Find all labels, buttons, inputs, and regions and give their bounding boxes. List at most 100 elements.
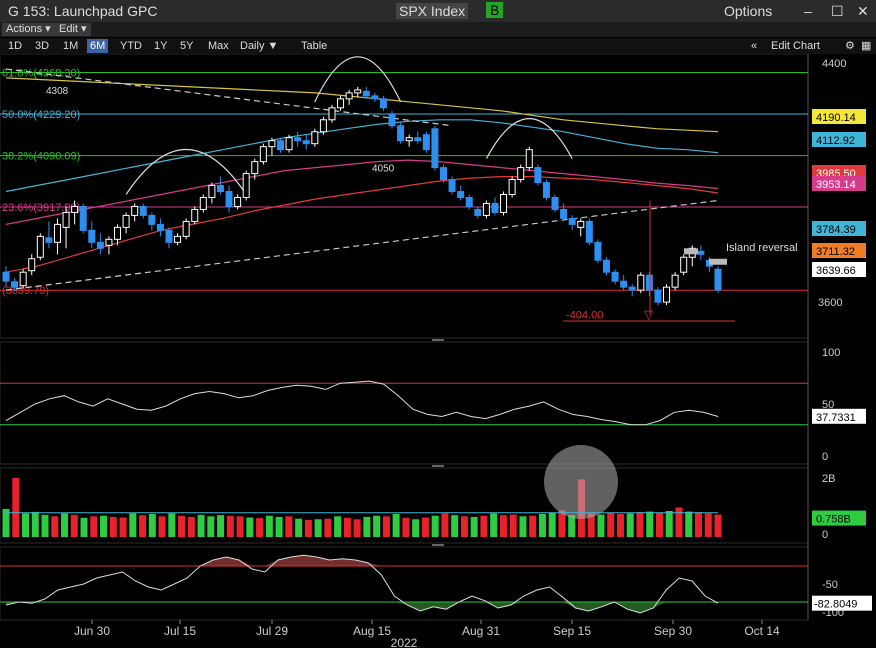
candle-body-36 bbox=[311, 131, 319, 145]
candle-body-49 bbox=[422, 134, 430, 151]
volume-bar-55 bbox=[538, 513, 546, 537]
candle-body-14 bbox=[122, 214, 130, 228]
menu-bar: Actions ▾ Edit ▾ bbox=[0, 22, 876, 37]
volume-bar-26 bbox=[256, 518, 264, 537]
price-tag-1: 4112.92 bbox=[816, 135, 855, 147]
candle-body-71 bbox=[611, 271, 619, 282]
fib-label-2: 38.2%(4090.09) bbox=[2, 151, 80, 163]
volume-bar-12 bbox=[119, 517, 127, 537]
volume-bar-52 bbox=[509, 514, 517, 537]
volume-bar-7 bbox=[70, 514, 78, 537]
x-year-label: 2022 bbox=[391, 636, 418, 648]
range-3d-button[interactable]: 3D bbox=[32, 39, 52, 53]
panel-bg-3 bbox=[0, 546, 809, 621]
price-tag-6: 3639.66 bbox=[816, 265, 856, 277]
volume-bar-37 bbox=[363, 516, 371, 537]
price-tick-top: 4400 bbox=[822, 58, 846, 70]
period-select[interactable]: Daily ▼ bbox=[237, 39, 281, 53]
title-bar: G 153: Launchpad GPC SPX Index B Options… bbox=[0, 0, 876, 22]
volume-bar-45 bbox=[441, 513, 449, 537]
minimize-icon[interactable]: – bbox=[804, 3, 812, 19]
candle-body-4 bbox=[36, 235, 44, 258]
maximize-icon[interactable]: ☐ bbox=[831, 3, 844, 20]
volume-bar-56 bbox=[548, 512, 556, 537]
volume-bar-22 bbox=[217, 515, 225, 537]
volume-bar-61 bbox=[597, 514, 605, 537]
actions-menu[interactable]: Actions ▾ bbox=[2, 23, 55, 36]
candle-body-67 bbox=[577, 220, 585, 228]
options-menu[interactable]: Options bbox=[724, 3, 772, 19]
x-tick-5: Sep 15 bbox=[553, 624, 591, 638]
candle-body-62 bbox=[534, 167, 542, 184]
candle-body-6 bbox=[53, 223, 61, 243]
volume-bar-70 bbox=[685, 511, 693, 537]
range-ytd-button[interactable]: YTD bbox=[117, 39, 145, 53]
volume-bar-67 bbox=[655, 512, 663, 537]
range-max-button[interactable]: Max bbox=[205, 39, 232, 53]
table-button[interactable]: Table bbox=[298, 39, 330, 53]
volume-bar-31 bbox=[304, 519, 312, 537]
island-marker-left bbox=[684, 248, 698, 255]
volume-bar-65 bbox=[636, 512, 644, 537]
candle-body-65 bbox=[560, 208, 568, 219]
chart-area[interactable]: 61.8%(4368.30)50.0%(4229.20)38.2%(4090.0… bbox=[0, 54, 876, 648]
x-tick-0: Jun 30 bbox=[74, 624, 110, 638]
candle-body-33 bbox=[285, 137, 293, 151]
volume-bar-71 bbox=[694, 512, 702, 537]
range-6m-button[interactable]: 6M bbox=[87, 39, 109, 53]
candle-body-22 bbox=[191, 208, 199, 222]
range-5y-button[interactable]: 5Y bbox=[177, 39, 196, 53]
price-tag-5: 3711.32 bbox=[816, 246, 855, 258]
security-badge[interactable]: B bbox=[486, 2, 504, 18]
volume-bar-29 bbox=[285, 516, 293, 537]
candle-body-64 bbox=[551, 196, 559, 210]
volume-tick-2: 0 bbox=[822, 529, 828, 541]
candle-body-50 bbox=[431, 128, 439, 169]
volume-bar-53 bbox=[519, 516, 527, 537]
x-tick-4: Aug 31 bbox=[462, 624, 500, 638]
candle-body-35 bbox=[302, 140, 310, 145]
collapse-icon[interactable]: « bbox=[748, 39, 760, 53]
candle-body-24 bbox=[208, 185, 216, 198]
volume-bar-16 bbox=[158, 516, 166, 537]
candle-body-12 bbox=[105, 238, 113, 246]
range-1y-button[interactable]: 1Y bbox=[151, 39, 170, 53]
candle-body-23 bbox=[199, 196, 207, 210]
volume-bar-51 bbox=[499, 515, 507, 537]
security-field[interactable]: SPX Index bbox=[396, 3, 469, 19]
panel-resize-handle-0 bbox=[432, 339, 444, 341]
volume-bar-14 bbox=[139, 515, 147, 537]
volume-bar-39 bbox=[382, 516, 390, 537]
volume-bar-47 bbox=[460, 516, 468, 537]
candle-body-18 bbox=[156, 223, 164, 231]
price-tag-3: 3953.14 bbox=[816, 179, 856, 191]
price-tag-4: 3784.39 bbox=[816, 224, 856, 236]
range-1m-button[interactable]: 1M bbox=[60, 39, 81, 53]
range-1d-button[interactable]: 1D bbox=[5, 39, 25, 53]
candle-body-25 bbox=[216, 185, 224, 193]
candle-body-58 bbox=[500, 194, 508, 213]
volume-bar-62 bbox=[607, 512, 615, 537]
fib-label-1: 50.0%(4229.20) bbox=[2, 109, 80, 121]
volume-bar-11 bbox=[109, 516, 117, 537]
rsi-last-value: 37.7331 bbox=[816, 412, 856, 424]
settings-icon[interactable]: ⚙ bbox=[842, 39, 858, 53]
volume-bar-40 bbox=[392, 513, 400, 537]
candle-body-72 bbox=[620, 280, 628, 288]
candle-body-70 bbox=[602, 259, 610, 273]
volume-bar-38 bbox=[373, 515, 381, 537]
volume-bar-24 bbox=[236, 516, 244, 537]
close-icon[interactable]: ✕ bbox=[857, 3, 869, 20]
volume-bar-68 bbox=[665, 511, 673, 537]
edit-chart-button[interactable]: Edit Chart bbox=[768, 39, 823, 53]
candle-body-78 bbox=[671, 274, 679, 288]
volume-bar-1 bbox=[12, 477, 20, 537]
chart-grid-icon[interactable]: ▦ bbox=[858, 39, 874, 53]
chart-toolbar: 1D 3D 1M 6M YTD 1Y 5Y Max Daily ▼ Table … bbox=[0, 38, 876, 54]
candle-body-38 bbox=[328, 107, 336, 121]
panel-bg-0 bbox=[0, 54, 809, 339]
edit-menu[interactable]: Edit ▾ bbox=[55, 23, 91, 36]
candle-body-40 bbox=[345, 92, 353, 100]
candle-body-81 bbox=[697, 250, 705, 255]
candle-body-66 bbox=[568, 217, 576, 225]
